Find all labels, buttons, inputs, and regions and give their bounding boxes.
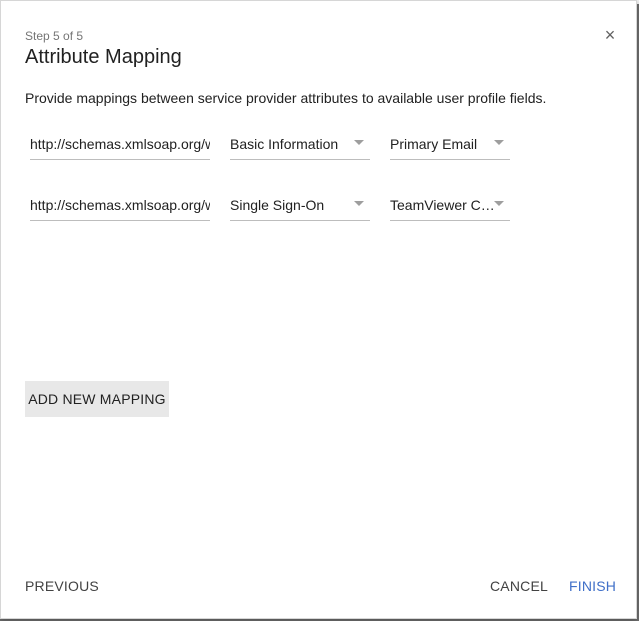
attribute-uri-input[interactable]: http://schemas.xmlsoap.org/w [30,124,210,160]
dropdown-arrow-icon [494,140,504,145]
category-value: Basic Information [230,136,339,152]
dropdown-arrow-icon [494,201,504,206]
dialog-description: Provide mappings between service provide… [25,90,547,106]
finish-button[interactable]: FINISH [569,578,616,594]
cancel-button[interactable]: CANCEL [490,578,548,594]
dropdown-arrow-icon [354,140,364,145]
mapping-row: http://schemas.xmlsoap.org/w Single Sign… [1,185,636,225]
category-select[interactable]: Basic Information [230,124,370,160]
close-icon[interactable]: × [600,25,620,45]
dropdown-arrow-icon [354,201,364,206]
category-value: Single Sign-On [230,197,325,213]
user-field-value: TeamViewer Cus... [390,197,498,213]
add-new-mapping-button[interactable]: ADD NEW MAPPING [25,381,169,417]
attribute-uri-value: http://schemas.xmlsoap.org/w [30,197,210,213]
attribute-uri-value: http://schemas.xmlsoap.org/w [30,136,210,152]
user-field-select[interactable]: Primary Email [390,124,510,160]
mapping-row: http://schemas.xmlsoap.org/w Basic Infor… [1,124,636,164]
dialog-title: Attribute Mapping [25,46,182,68]
attribute-uri-input[interactable]: http://schemas.xmlsoap.org/w [30,185,210,221]
previous-button[interactable]: PREVIOUS [25,578,99,594]
user-field-value: Primary Email [390,136,478,152]
category-select[interactable]: Single Sign-On [230,185,370,221]
attribute-mapping-dialog: Step 5 of 5 Attribute Mapping × Provide … [0,0,637,619]
user-field-select[interactable]: TeamViewer Cus... [390,185,510,221]
step-indicator: Step 5 of 5 [25,29,84,43]
